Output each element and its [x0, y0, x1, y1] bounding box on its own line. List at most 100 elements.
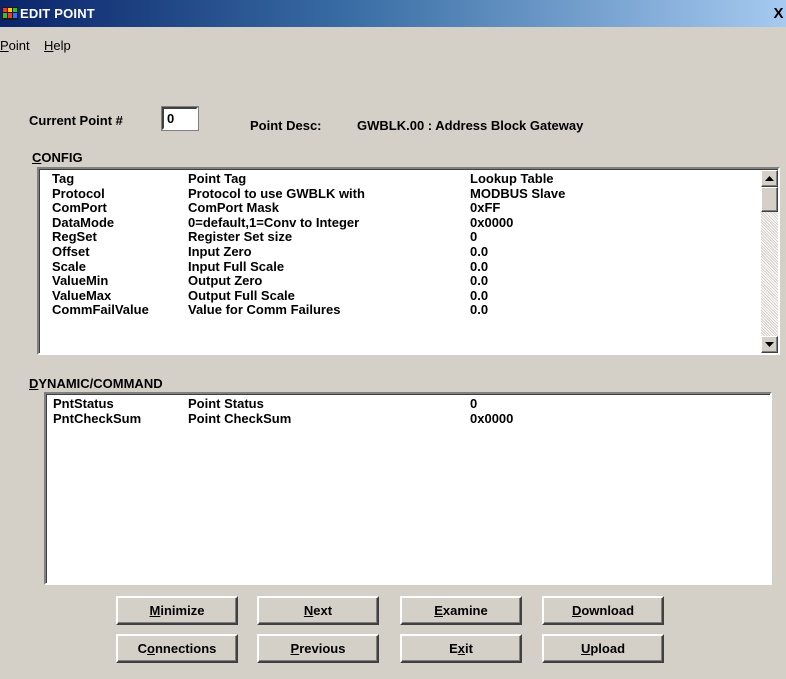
config-row-name: Protocol	[52, 185, 105, 201]
connections-button[interactable]: Connections	[116, 634, 238, 663]
minimize-button[interactable]: Minimize	[116, 596, 238, 625]
current-point-label: Current Point #	[29, 113, 123, 128]
exit-button-hotkey: x	[457, 640, 465, 656]
config-row-desc: Output Zero	[188, 273, 263, 289]
config-row-value: 0x0000	[470, 214, 514, 230]
menu-bar: Point Help	[0, 27, 786, 53]
title-bar[interactable]: EDIT POINT X	[0, 0, 786, 27]
config-label-rest: ONFIG	[41, 150, 83, 165]
close-button[interactable]: X	[771, 6, 786, 22]
dynamic-row[interactable]: PntCheckSum Point CheckSum 0x0000	[47, 410, 770, 426]
config-row[interactable]: Offset Input Zero 0.0	[40, 245, 778, 259]
config-row-name: ValueMax	[52, 287, 112, 303]
connections-button-post: nnections	[154, 640, 217, 656]
exit-button[interactable]: Exit	[400, 634, 522, 663]
next-button[interactable]: Next	[257, 596, 379, 625]
examine-button[interactable]: Examine	[400, 596, 522, 625]
dynamic-row-name: PntStatus	[53, 396, 114, 411]
config-row-desc: Point Tag	[188, 171, 247, 186]
dynamic-section-label: DYNAMIC/COMMAND	[29, 376, 163, 391]
previous-button[interactable]: Previous	[257, 634, 379, 663]
config-row-name: Offset	[52, 244, 90, 259]
download-button-post: ownload	[581, 602, 635, 618]
current-point-input[interactable]: 0	[161, 106, 199, 131]
config-row[interactable]: CommFailValue Value for Comm Failures 0.0	[40, 303, 778, 317]
config-row-value: 0.0	[470, 244, 489, 259]
scroll-down-button[interactable]	[761, 336, 778, 353]
config-row-desc: Register Set size	[188, 229, 293, 245]
config-row[interactable]: ValueMax Output Full Scale 0.0	[40, 287, 778, 303]
examine-button-hotkey: E	[434, 602, 443, 618]
config-row-desc: 0=default,1=Conv to Integer	[188, 214, 360, 230]
menu-help-hotkey: H	[44, 38, 54, 53]
arrow-down-icon	[765, 342, 774, 347]
scroll-thumb[interactable]	[761, 187, 778, 212]
config-row-name: ComPort	[52, 200, 107, 216]
dynamic-row-value: 0	[470, 396, 478, 411]
dynamic-label-hotkey: D	[29, 376, 39, 391]
config-row[interactable]: ComPort ComPort Mask 0xFF	[40, 201, 778, 215]
config-row-name: RegSet	[52, 229, 97, 245]
menu-help-label: elp	[53, 38, 71, 53]
config-row-value: Lookup Table	[470, 171, 554, 186]
menu-point-label: oint	[8, 38, 30, 53]
window-title: EDIT POINT	[20, 6, 95, 21]
edit-point-window: EDIT POINT X Point Help Current Point # …	[0, 0, 786, 679]
config-row[interactable]: DataMode 0=default,1=Conv to Integer 0x000…	[40, 214, 778, 230]
next-button-hotkey: N	[303, 602, 314, 618]
previous-button-post: revious	[299, 640, 346, 656]
config-row-desc: Input Zero	[188, 244, 252, 259]
config-row[interactable]: RegSet Register Set size 0	[40, 230, 778, 244]
menu-help[interactable]: Help	[44, 38, 71, 53]
config-row-value: 0.0	[470, 287, 489, 303]
close-icon: X	[773, 5, 784, 22]
menu-point-hotkey: P	[0, 38, 9, 53]
config-row-desc: Input Full Scale	[188, 258, 285, 274]
upload-button-hotkey: U	[580, 640, 591, 656]
config-row-name: DataMode	[52, 214, 115, 230]
config-row-value: 0xFF	[470, 200, 501, 216]
dynamic-row-value: 0x0000	[470, 410, 514, 426]
config-label-hotkey: C	[32, 150, 42, 165]
config-scrollbar[interactable]	[761, 170, 778, 353]
config-row-desc: ComPort Mask	[188, 200, 280, 216]
previous-button-hotkey: P	[290, 640, 300, 656]
menu-point[interactable]: Point	[0, 38, 30, 53]
config-row-value: 0.0	[470, 258, 489, 274]
connections-button-hotkey: o	[147, 640, 155, 656]
arrow-up-icon	[765, 176, 774, 181]
config-row-value: 0.0	[470, 302, 489, 318]
dynamic-label-rest: YNAMIC/COMMAND	[38, 376, 163, 391]
config-row-desc: Output Full Scale	[188, 287, 295, 303]
download-button-hotkey: D	[571, 602, 582, 618]
config-row[interactable]: Protocol Protocol to use GWBLK with MODBUS…	[40, 185, 778, 201]
config-listbox[interactable]: Tag Point Tag Lookup Table Protocol Protocol…	[37, 167, 780, 355]
dynamic-listbox[interactable]: PntStatus Point Status 0 PntCheckSum Point C…	[44, 392, 772, 585]
minimize-button-hotkey: M	[149, 602, 161, 618]
upload-button[interactable]: Upload	[542, 634, 664, 663]
config-row-value: MODBUS Slave	[470, 185, 566, 201]
config-list-area: Tag Point Tag Lookup Table Protocol Protocol…	[39, 169, 778, 353]
config-row-name: CommFailValue	[52, 302, 149, 318]
dynamic-row-desc: Point Status	[188, 396, 264, 411]
config-row-name: Tag	[52, 171, 75, 186]
exit-button-post: it	[464, 640, 473, 656]
scroll-up-button[interactable]	[761, 170, 778, 187]
dynamic-list-area: PntStatus Point Status 0 PntCheckSum Point C…	[46, 394, 770, 583]
config-row-desc: Value for Comm Failures	[188, 302, 341, 318]
point-desc-label: Point Desc:	[250, 118, 322, 133]
config-row-name: Scale	[52, 258, 86, 274]
config-section-label: CONFIG	[32, 150, 83, 165]
config-row[interactable]: Tag Point Tag Lookup Table	[40, 172, 778, 186]
app-icon	[2, 7, 18, 20]
download-button[interactable]: Download	[542, 596, 664, 625]
dynamic-row[interactable]: PntStatus Point Status 0	[47, 397, 770, 411]
connections-button-pre: C	[137, 640, 148, 656]
config-row-value: 0	[470, 229, 478, 245]
config-row[interactable]: ValueMin Output Zero 0.0	[40, 274, 778, 288]
upload-button-post: pload	[590, 640, 626, 656]
dynamic-row-desc: Point CheckSum	[188, 410, 292, 426]
config-row[interactable]: Scale Input Full Scale 0.0	[40, 258, 778, 274]
config-row-name: ValueMin	[52, 273, 109, 289]
config-row-value: 0.0	[470, 273, 489, 289]
